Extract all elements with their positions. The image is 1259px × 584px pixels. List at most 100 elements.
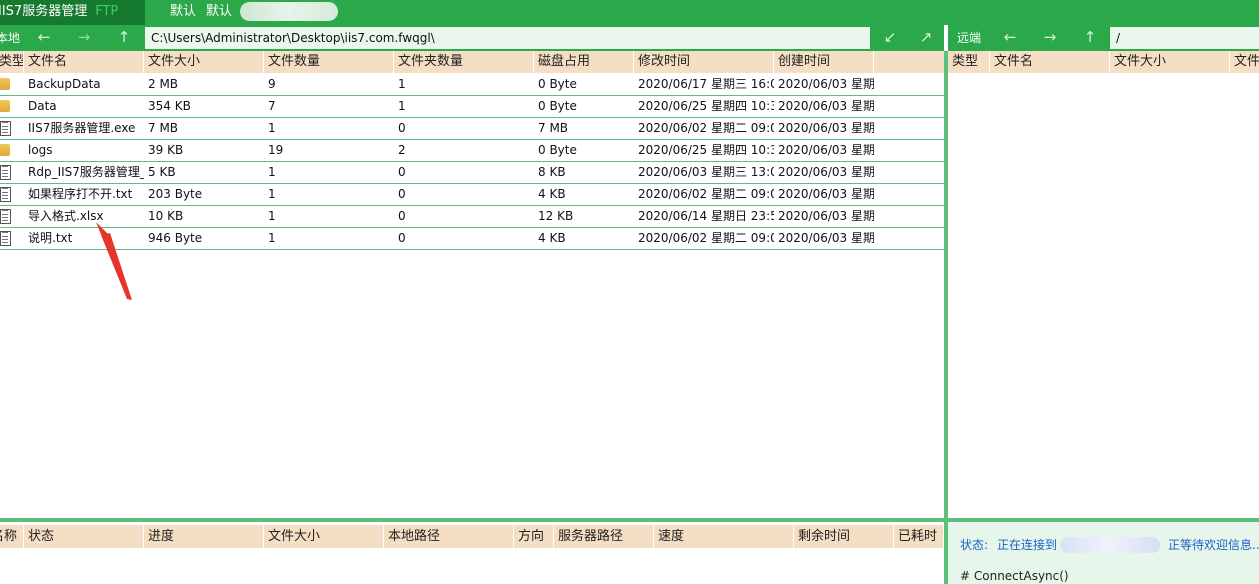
row-folder-count: 0 <box>398 121 406 135</box>
row-filename: logs <box>28 143 53 157</box>
remote-back-button[interactable]: ← <box>996 25 1024 51</box>
file-icon <box>0 187 11 202</box>
row-file-count: 1 <box>268 121 276 135</box>
row-filesize: 39 KB <box>148 143 184 157</box>
status-waiting: 正等待欢迎信息... <box>1168 538 1259 552</box>
remote-label: 远端 <box>957 31 982 45</box>
row-created: 2020/06/03 星期 <box>778 143 874 157</box>
row-file-count: 1 <box>268 187 276 201</box>
row-file-count: 19 <box>268 143 284 157</box>
table-row[interactable]: IIS7服务器管理.exe 7 MB 1 0 7 MB 2020/06/02 星期二 09… <box>0 118 944 140</box>
file-icon <box>0 231 11 246</box>
col-filesize[interactable]: 文件大小 <box>144 51 264 73</box>
row-created: 2020/06/03 星期 <box>778 209 874 223</box>
row-created: 2020/06/03 星期 <box>778 77 874 91</box>
row-disk-usage: 4 KB <box>538 231 566 245</box>
mode-tag: FTP <box>95 4 119 19</box>
table-row[interactable]: Rdp_IIS7服务器管理_ 5 KB 1 0 8 KB 2020/06/03 星期三 1… <box>0 162 944 184</box>
col-type[interactable]: 类型 <box>0 51 24 73</box>
table-row[interactable]: Data 354 KB 7 1 0 Byte 2020/06/25 星期四 10:3 202… <box>0 96 944 118</box>
table-row[interactable]: 说明.txt 946 Byte 1 0 4 KB 2020/06/02 星期二 09:0 2… <box>0 228 944 250</box>
row-disk-usage: 7 MB <box>538 121 569 135</box>
row-modified: 2020/06/03 星期三 13:0 <box>638 165 774 179</box>
row-created: 2020/06/03 星期 <box>778 231 874 245</box>
row-filename: Data <box>28 99 57 113</box>
row-modified: 2020/06/25 星期四 10:3 <box>638 99 774 113</box>
col-created[interactable]: 创建时间 <box>774 51 874 73</box>
folder-icon <box>0 100 10 112</box>
local-shrink-button[interactable]: ↙ <box>876 25 904 51</box>
row-created: 2020/06/03 星期 <box>778 165 874 179</box>
row-folder-count: 0 <box>398 231 406 245</box>
log-line: # ConnectAsync() <box>960 569 1069 583</box>
row-folder-count: 0 <box>398 187 406 201</box>
remote-col-type[interactable]: 类型 <box>948 51 990 73</box>
row-disk-usage: 0 Byte <box>538 77 577 91</box>
col-modified[interactable]: 修改时间 <box>634 51 774 73</box>
col-filename[interactable]: 文件名 <box>24 51 144 73</box>
queue-col-speed[interactable]: 速度 <box>654 525 794 548</box>
col-file-count[interactable]: 文件数量 <box>264 51 394 73</box>
blurred-host <box>1060 537 1160 553</box>
local-back-button[interactable]: ← <box>30 25 58 51</box>
folder-icon <box>0 144 10 156</box>
row-disk-usage: 12 KB <box>538 209 574 223</box>
row-filesize: 2 MB <box>148 77 179 91</box>
queue-col-server-path[interactable]: 服务器路径 <box>554 525 654 548</box>
local-label: 本地 <box>0 31 21 45</box>
table-row[interactable]: 导入格式.xlsx 10 KB 1 0 12 KB 2020/06/14 星期日 23:5… <box>0 206 944 228</box>
queue-col-remaining[interactable]: 剩余时间 <box>794 525 894 548</box>
row-modified: 2020/06/14 星期日 23:5 <box>638 209 774 223</box>
status-label: 状态: <box>960 538 989 552</box>
queue-col-progress[interactable]: 进度 <box>144 525 264 548</box>
queue-col-elapsed[interactable]: 已耗时 <box>894 525 944 548</box>
row-created: 2020/06/03 星期 <box>778 99 874 113</box>
table-row[interactable]: logs 39 KB 19 2 0 Byte 2020/06/25 星期四 10:3 202… <box>0 140 944 162</box>
queue-col-filesize[interactable]: 文件大小 <box>264 525 384 548</box>
col-folder-count[interactable]: 文件夹数量 <box>394 51 534 73</box>
local-up-button[interactable]: ↑ <box>110 25 138 51</box>
queue-col-name[interactable]: 名称 <box>0 525 24 548</box>
row-modified: 2020/06/02 星期二 09:0 <box>638 187 774 201</box>
remote-path-input[interactable]: / <box>1110 27 1259 49</box>
row-file-count: 1 <box>268 231 276 245</box>
app-title: IIS7服务器管理 FTP <box>0 0 145 25</box>
col-disk-usage[interactable]: 磁盘占用 <box>534 51 634 73</box>
row-file-count: 1 <box>268 209 276 223</box>
row-folder-count: 0 <box>398 209 406 223</box>
vertical-splitter[interactable] <box>944 51 948 518</box>
row-filesize: 354 KB <box>148 99 191 113</box>
tab-default-2[interactable]: 默认 <box>206 0 232 25</box>
file-icon <box>0 165 11 180</box>
tab-default-1[interactable]: 默认 <box>170 0 196 25</box>
remote-forward-button[interactable]: → <box>1036 25 1064 51</box>
remote-up-button[interactable]: ↑ <box>1076 25 1104 51</box>
row-folder-count: 1 <box>398 99 406 113</box>
row-filesize: 7 MB <box>148 121 179 135</box>
table-row[interactable]: BackupData 2 MB 9 1 0 Byte 2020/06/17 星期三 16:… <box>0 74 944 96</box>
row-filesize: 946 Byte <box>148 231 203 245</box>
remote-col-filename[interactable]: 文件名 <box>990 51 1110 73</box>
queue-col-direction[interactable]: 方向 <box>514 525 554 548</box>
row-filename: Rdp_IIS7服务器管理_ <box>28 165 144 179</box>
table-row[interactable]: 如果程序打不开.txt 203 Byte 1 0 4 KB 2020/06/02 星期二 … <box>0 184 944 206</box>
queue-col-status[interactable]: 状态 <box>24 525 144 548</box>
row-filename: BackupData <box>28 77 101 91</box>
blurred-server-name <box>240 2 338 21</box>
local-forward-button[interactable]: → <box>70 25 98 51</box>
local-path-input[interactable]: C:\Users\Administrator\Desktop\iis7.com.… <box>145 27 870 49</box>
row-modified: 2020/06/17 星期三 16:0 <box>638 77 774 91</box>
row-filesize: 5 KB <box>148 165 176 179</box>
queue-col-local-path[interactable]: 本地路径 <box>384 525 514 548</box>
app-name: IIS7服务器管理 <box>0 4 88 19</box>
remote-col-extra[interactable]: 文件 <box>1230 51 1259 73</box>
folder-icon <box>0 78 10 90</box>
row-filename: 导入格式.xlsx <box>28 209 104 223</box>
row-created: 2020/06/03 星期 <box>778 187 874 201</box>
local-expand-button[interactable]: ↗ <box>912 25 940 51</box>
remote-col-filesize[interactable]: 文件大小 <box>1110 51 1230 73</box>
row-disk-usage: 0 Byte <box>538 99 577 113</box>
row-file-count: 9 <box>268 77 276 91</box>
row-modified: 2020/06/02 星期二 09:0 <box>638 121 774 135</box>
row-modified: 2020/06/25 星期四 10:3 <box>638 143 774 157</box>
